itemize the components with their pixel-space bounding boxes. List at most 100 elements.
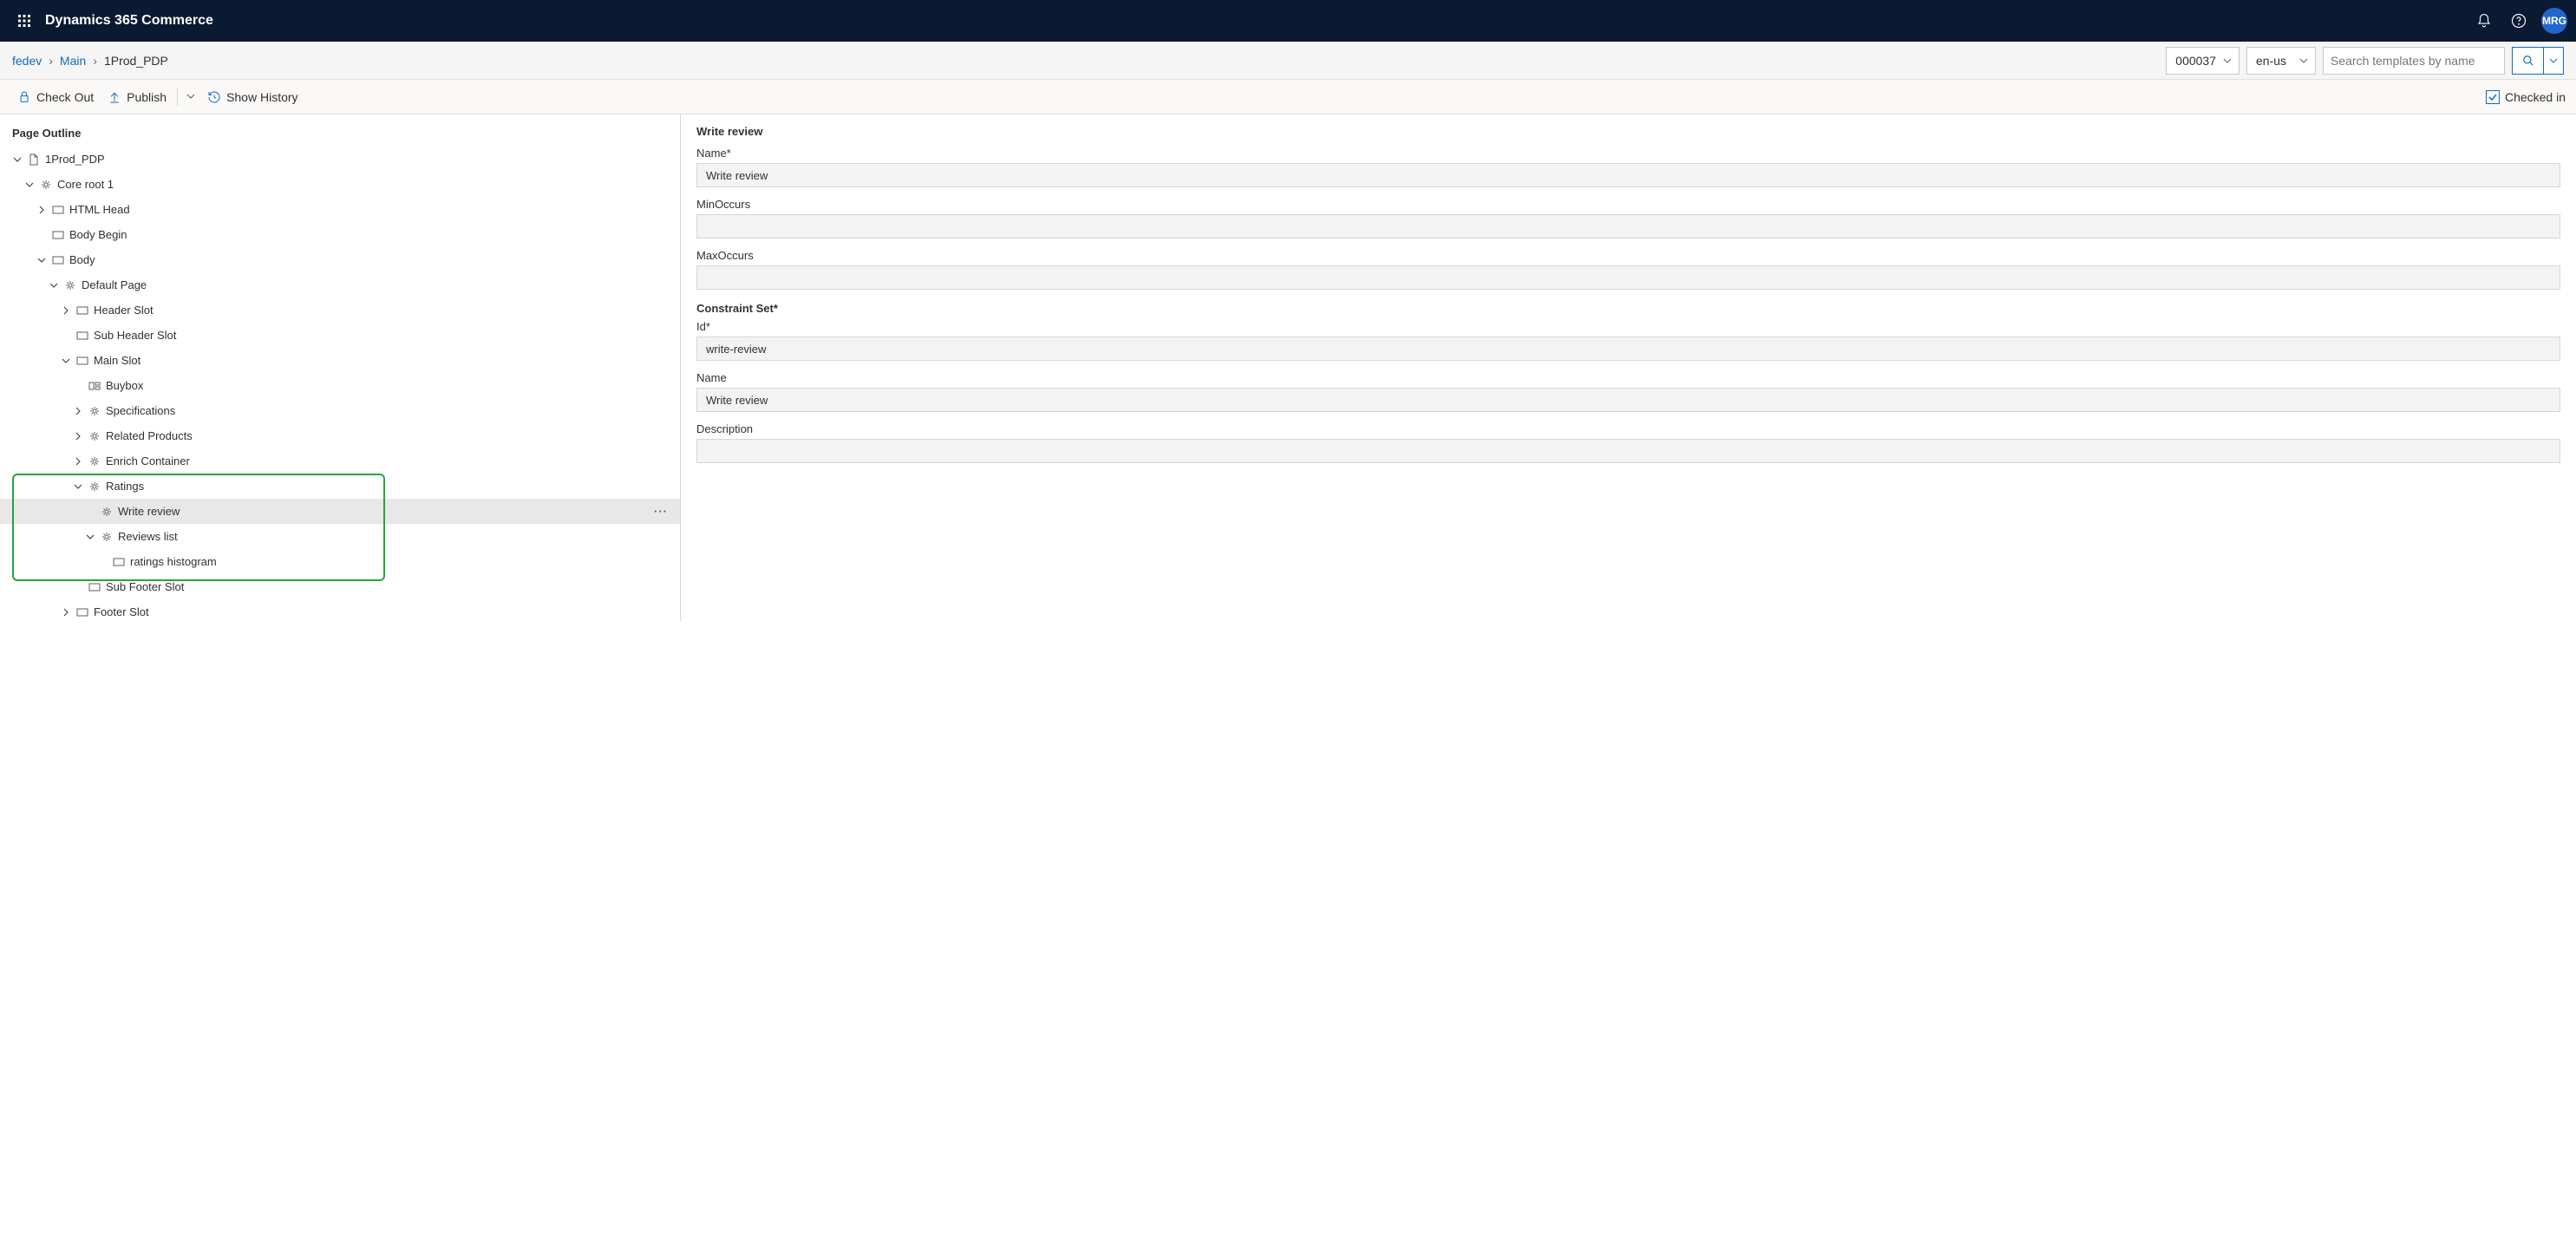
tree-row-sub-header-slot[interactable]: Sub Header Slot xyxy=(0,323,680,348)
tree-row-related-products[interactable]: Related Products xyxy=(0,423,680,448)
page-icon xyxy=(28,154,40,166)
tree-label: Enrich Container xyxy=(106,454,190,467)
field-cs-name: Name xyxy=(696,371,2560,412)
breadcrumb-link-2[interactable]: Main xyxy=(60,54,86,68)
buybox-icon xyxy=(88,382,101,390)
chevron-right-icon: › xyxy=(93,54,97,68)
chevron-down-icon[interactable] xyxy=(24,180,35,189)
publish-button[interactable]: Publish xyxy=(101,83,173,111)
tree-label: 1Prod_PDP xyxy=(45,153,105,166)
slot-icon xyxy=(52,206,64,214)
tree-row-ratings[interactable]: Ratings xyxy=(0,474,680,499)
locale-dropdown-value: en-us xyxy=(2256,54,2286,68)
chevron-down-icon[interactable] xyxy=(61,356,71,365)
cs-name-input[interactable] xyxy=(696,388,2560,412)
site-dropdown[interactable]: 000037 xyxy=(2166,47,2239,75)
module-icon xyxy=(101,507,113,517)
slot-icon xyxy=(76,608,88,617)
breadcrumb: fedev › Main › 1Prod_PDP xyxy=(12,54,168,68)
chevron-right-icon[interactable] xyxy=(61,306,71,315)
tree-row-specifications[interactable]: Specifications xyxy=(0,398,680,423)
tree-row-footer-slot[interactable]: Footer Slot xyxy=(0,599,680,621)
tree-label: Body xyxy=(69,253,95,266)
tree-row-write-review[interactable]: Write review ··· xyxy=(0,499,680,524)
module-icon xyxy=(40,180,52,190)
chevron-right-icon[interactable] xyxy=(73,407,83,415)
user-avatar[interactable]: MRG xyxy=(2541,8,2567,34)
name-input[interactable] xyxy=(696,163,2560,187)
chevron-down-icon[interactable] xyxy=(36,256,47,265)
module-icon xyxy=(88,481,101,492)
help-icon[interactable] xyxy=(2501,0,2536,42)
tree-label: Ratings xyxy=(106,480,144,493)
properties-title: Write review xyxy=(696,125,2560,138)
outline-title: Page Outline xyxy=(0,114,680,147)
search-input[interactable] xyxy=(2323,47,2505,75)
tree-row-buybox[interactable]: Buybox xyxy=(0,373,680,398)
show-history-button[interactable]: Show History xyxy=(200,83,304,111)
tree-row-sub-footer-slot[interactable]: Sub Footer Slot xyxy=(0,574,680,599)
field-name: Name* xyxy=(696,147,2560,187)
global-header: Dynamics 365 Commerce MRG xyxy=(0,0,2576,42)
search-more-button[interactable] xyxy=(2543,47,2564,75)
tree-row-header-slot[interactable]: Header Slot xyxy=(0,297,680,323)
field-id: Id* xyxy=(696,320,2560,361)
field-minoccurs: MinOccurs xyxy=(696,198,2560,239)
tree-row-root[interactable]: 1Prod_PDP xyxy=(0,147,680,172)
module-icon xyxy=(88,406,101,416)
chevron-down-icon xyxy=(2223,54,2232,68)
chevron-down-icon[interactable] xyxy=(85,533,95,541)
breadcrumb-link-1[interactable]: fedev xyxy=(12,54,42,68)
chevron-right-icon[interactable] xyxy=(73,457,83,466)
chevron-down-icon xyxy=(2299,54,2308,68)
tree-row-reviews-list[interactable]: Reviews list xyxy=(0,524,680,549)
chevron-right-icon[interactable] xyxy=(36,206,47,214)
id-label: Id* xyxy=(696,320,2560,333)
tree-label: Related Products xyxy=(106,429,193,442)
cs-name-label: Name xyxy=(696,371,2560,384)
tree-row-body-begin[interactable]: Body Begin xyxy=(0,222,680,247)
tree-row-core-root[interactable]: Core root 1 xyxy=(0,172,680,197)
tree-row-main-slot[interactable]: Main Slot xyxy=(0,348,680,373)
checkmark-icon xyxy=(2486,90,2500,104)
main-content: Page Outline 1Prod_PDP Core root 1 HTML … xyxy=(0,114,2576,621)
tree-label: Footer Slot xyxy=(94,605,149,618)
tree-label: Sub Header Slot xyxy=(94,329,176,342)
module-icon xyxy=(88,431,101,441)
search-group xyxy=(2323,47,2564,75)
chevron-right-icon[interactable] xyxy=(73,432,83,441)
chevron-down-icon[interactable] xyxy=(12,155,23,164)
module-icon xyxy=(101,532,113,542)
locale-dropdown[interactable]: en-us xyxy=(2246,47,2316,75)
more-icon[interactable]: ··· xyxy=(654,505,668,518)
chevron-down-icon[interactable] xyxy=(49,281,59,290)
maxoccurs-label: MaxOccurs xyxy=(696,249,2560,262)
chevron-down-icon[interactable] xyxy=(73,482,83,491)
search-button[interactable] xyxy=(2512,47,2543,75)
slot-icon xyxy=(76,331,88,340)
field-description: Description xyxy=(696,422,2560,463)
chevron-right-icon[interactable] xyxy=(61,608,71,617)
tree-row-ratings-histogram[interactable]: ratings histogram xyxy=(0,549,680,574)
tree-row-body[interactable]: Body xyxy=(0,247,680,272)
app-launcher-icon[interactable] xyxy=(9,5,40,36)
description-input[interactable] xyxy=(696,439,2560,463)
notifications-icon[interactable] xyxy=(2467,0,2501,42)
constraint-set-heading: Constraint Set* xyxy=(696,302,2560,315)
tree-row-default-page[interactable]: Default Page xyxy=(0,272,680,297)
tree-label: HTML Head xyxy=(69,203,130,216)
command-bar: Check Out Publish Show History Checked i… xyxy=(0,80,2576,114)
id-input[interactable] xyxy=(696,337,2560,361)
slot-icon xyxy=(52,231,64,239)
app-title: Dynamics 365 Commerce xyxy=(45,13,213,29)
minoccurs-input[interactable] xyxy=(696,214,2560,239)
tree-row-enrich-container[interactable]: Enrich Container xyxy=(0,448,680,474)
breadcrumb-current: 1Prod_PDP xyxy=(104,54,168,68)
outline-tree: 1Prod_PDP Core root 1 HTML Head Body Beg… xyxy=(0,147,680,621)
tree-label: Specifications xyxy=(106,404,175,417)
chevron-right-icon: › xyxy=(49,54,53,68)
tree-row-html-head[interactable]: HTML Head xyxy=(0,197,680,222)
command-overflow-button[interactable] xyxy=(181,90,200,103)
check-out-button[interactable]: Check Out xyxy=(10,83,101,111)
maxoccurs-input[interactable] xyxy=(696,265,2560,290)
